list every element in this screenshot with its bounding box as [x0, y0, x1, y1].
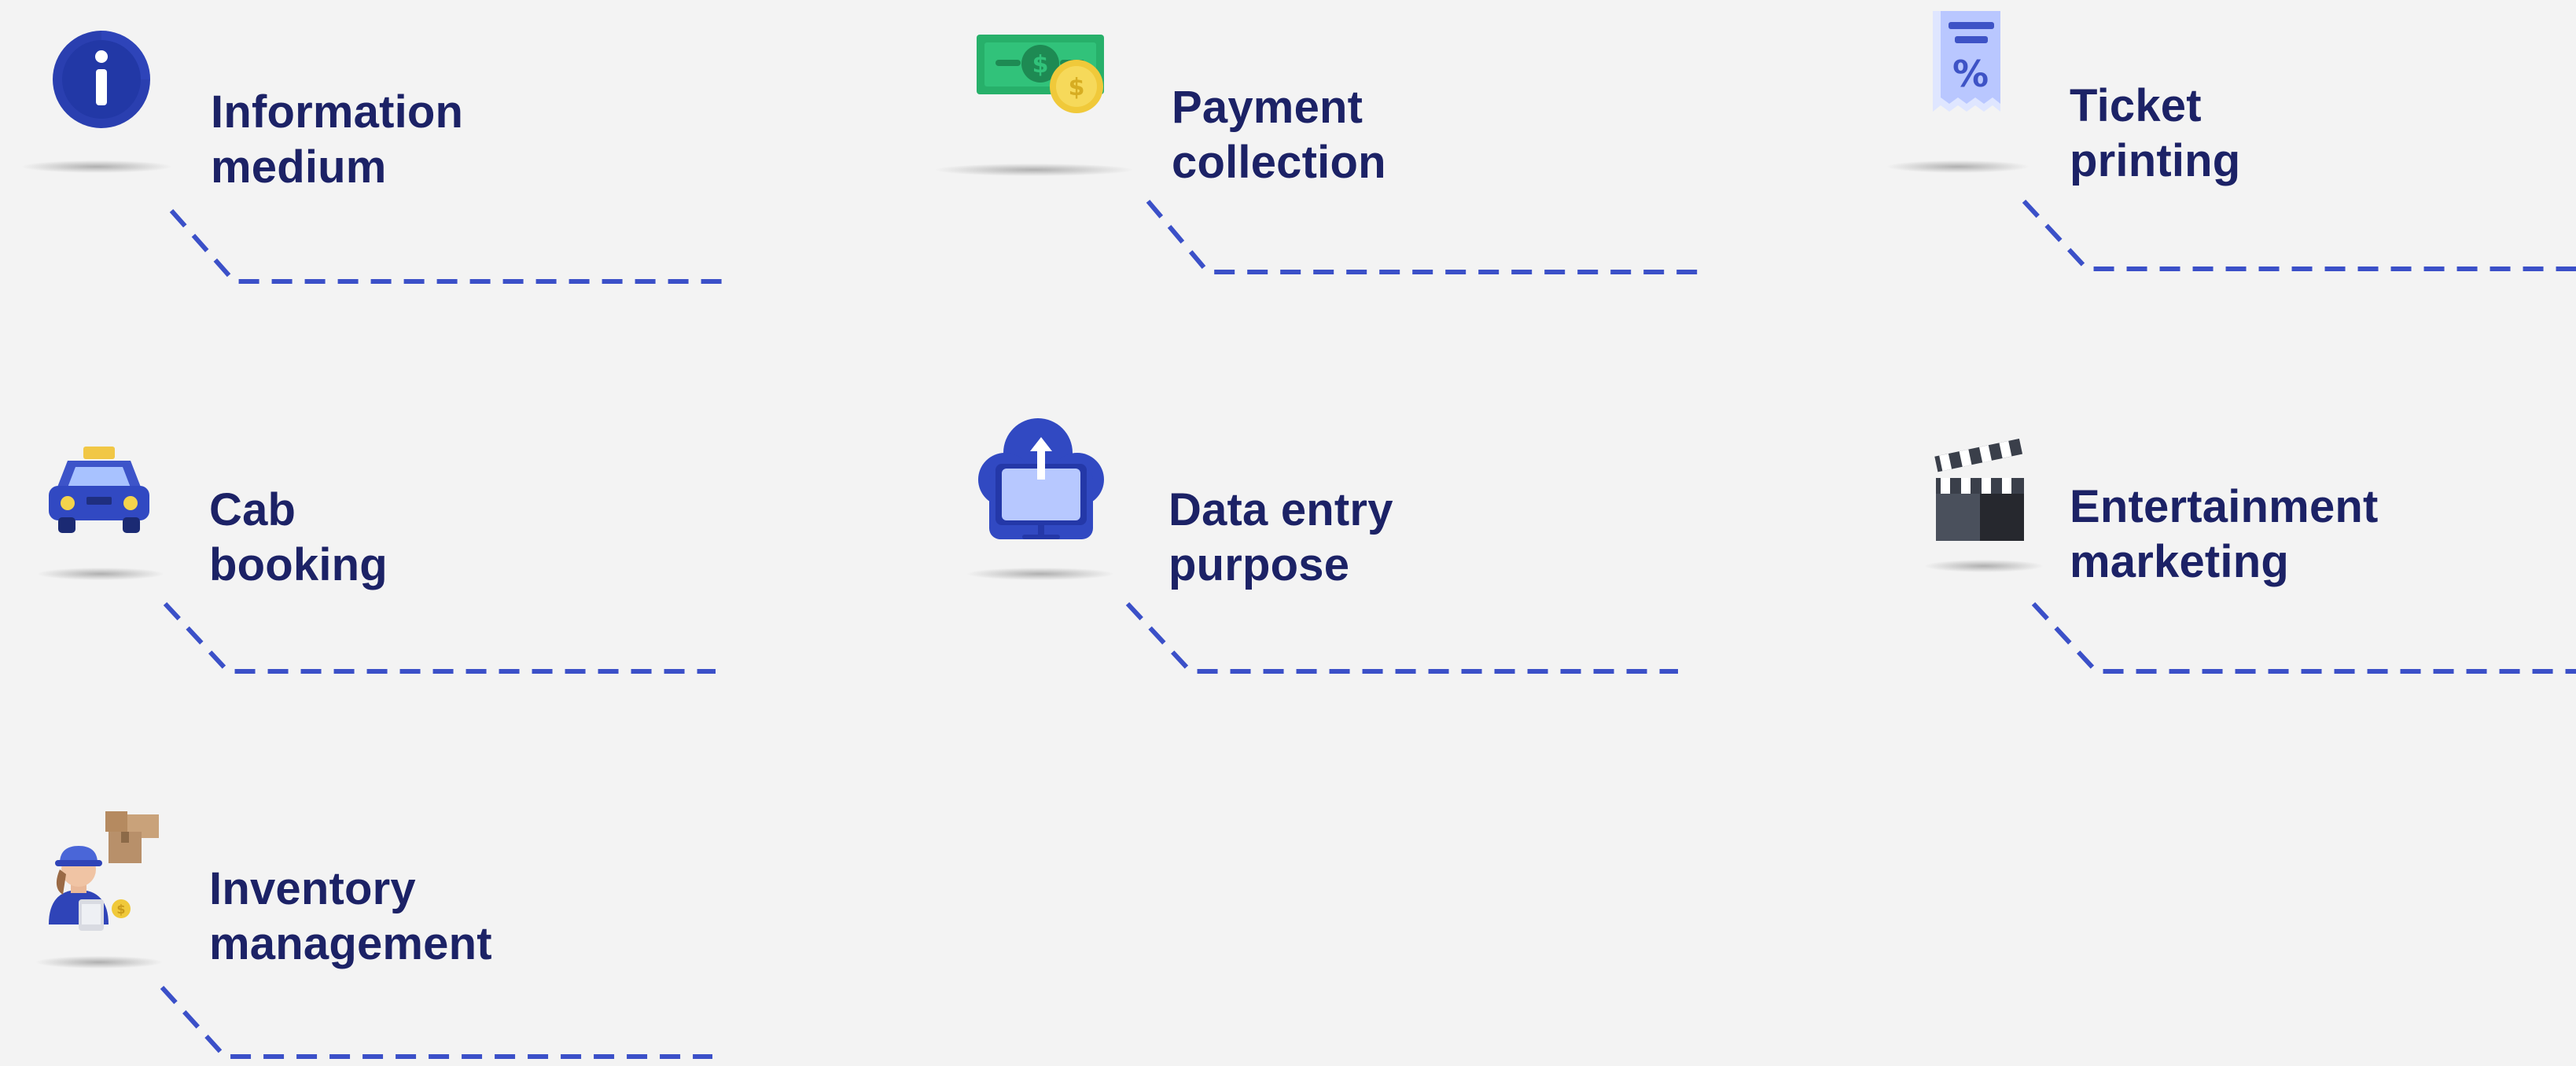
feature-data-entry-purpose: Data entry purpose: [928, 409, 1714, 692]
dashed-connector: [1146, 200, 1698, 274]
dashed-connector: [2031, 601, 2576, 674]
feature-entertainment-marketing: Entertainment marketing: [1887, 425, 2576, 692]
feature-ticket-printing: % Ticket printing: [1887, 0, 2576, 299]
features-grid: Information medium $ $ Payment collection: [0, 0, 2576, 1066]
dashed-connector: [1125, 601, 1678, 674]
dashed-connector: [169, 209, 722, 284]
feature-cab-booking: Cab booking: [0, 425, 786, 692]
dashed-connector: [163, 601, 716, 674]
feature-information-medium: Information medium: [0, 0, 786, 299]
dashed-connector: [160, 985, 712, 1059]
dashed-connector: [2022, 199, 2576, 271]
feature-payment-collection: $ $ Payment collection: [928, 0, 1714, 299]
feature-inventory-management: $ Inventory management: [0, 802, 786, 1066]
